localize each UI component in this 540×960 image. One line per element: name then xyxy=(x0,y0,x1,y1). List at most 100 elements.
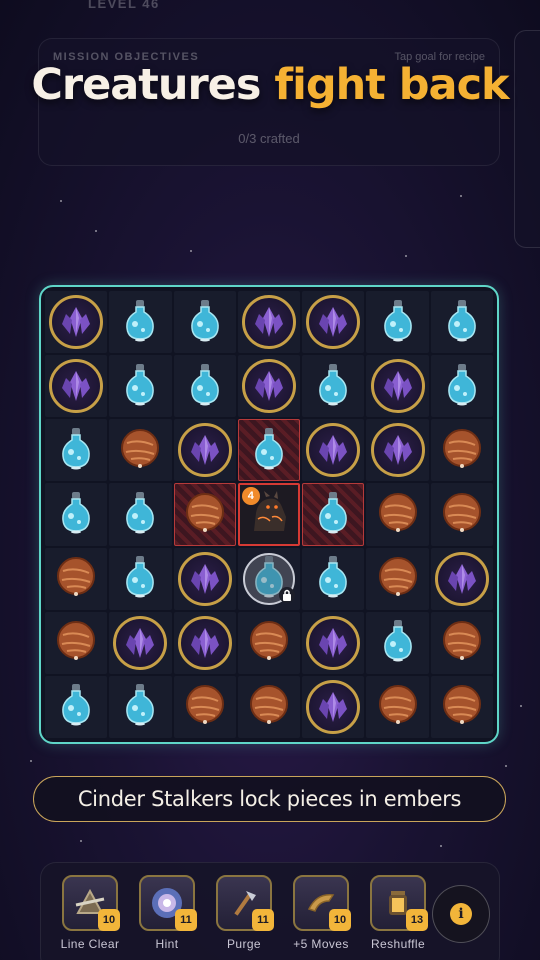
orb-icon xyxy=(184,683,226,730)
locked-piece xyxy=(242,552,295,605)
orb-icon xyxy=(248,683,290,730)
orb-icon xyxy=(441,491,483,538)
potion-icon xyxy=(123,490,157,539)
board-cell[interactable] xyxy=(173,419,236,482)
board-cell[interactable] xyxy=(430,355,493,418)
ember-cell[interactable] xyxy=(173,483,236,546)
board-cell[interactable] xyxy=(302,419,365,482)
ember-cell[interactable] xyxy=(302,483,365,546)
line-clear-icon: 10 xyxy=(62,875,120,931)
booster-reshuffle[interactable]: 13 Reshuffle xyxy=(369,875,428,951)
board-cell[interactable] xyxy=(237,611,301,674)
mechanic-caption: Cinder Stalkers lock pieces in embers xyxy=(33,776,506,822)
crystal-icon xyxy=(49,295,104,350)
booster-label: Reshuffle xyxy=(370,937,426,951)
board-cell[interactable] xyxy=(237,355,301,418)
board-cell[interactable] xyxy=(109,611,172,674)
board-cell[interactable] xyxy=(45,483,108,546)
board-cell[interactable] xyxy=(366,419,429,482)
potion-icon xyxy=(123,298,157,347)
crystal-icon xyxy=(49,359,104,414)
booster-count: 11 xyxy=(175,909,197,931)
reshuffle-icon: 13 xyxy=(370,875,428,931)
board-cell[interactable] xyxy=(302,547,365,610)
booster-purge[interactable]: 11 Purge xyxy=(215,875,274,951)
potion-icon xyxy=(252,426,286,475)
potion-icon xyxy=(316,490,350,539)
board-cell[interactable] xyxy=(430,419,493,482)
crystal-icon xyxy=(434,551,489,606)
potion-icon xyxy=(59,426,93,475)
board-cell[interactable] xyxy=(366,611,429,674)
board-cell[interactable] xyxy=(430,291,493,354)
booster-plus-5-moves[interactable]: 10 +5 Moves xyxy=(292,875,351,951)
board-cell[interactable] xyxy=(173,611,236,674)
board-cell[interactable] xyxy=(109,675,172,738)
board-cell[interactable] xyxy=(109,547,172,610)
booster-label: Line Clear xyxy=(60,937,120,951)
board-cell[interactable] xyxy=(302,355,365,418)
board-cell[interactable] xyxy=(45,547,108,610)
potion-icon xyxy=(188,298,222,347)
board-cell[interactable] xyxy=(366,355,429,418)
board-cell[interactable] xyxy=(366,547,429,610)
crystal-icon xyxy=(177,551,232,606)
moves-icon: 10 xyxy=(293,875,351,931)
board-cell[interactable] xyxy=(109,483,172,546)
board-cell[interactable] xyxy=(45,355,108,418)
potion-icon xyxy=(316,362,350,411)
locked-cell[interactable] xyxy=(237,547,301,610)
board-cell[interactable] xyxy=(45,675,108,738)
potion-icon xyxy=(381,618,415,667)
crystal-icon xyxy=(241,359,296,414)
board-cell[interactable] xyxy=(109,419,172,482)
board-cell[interactable] xyxy=(45,419,108,482)
board-cell[interactable] xyxy=(430,611,493,674)
board-cell[interactable] xyxy=(302,291,365,354)
crystal-icon xyxy=(306,423,361,478)
potion-icon xyxy=(381,298,415,347)
booster-hint[interactable]: 11 Hint xyxy=(138,875,197,951)
crystal-icon xyxy=(306,295,361,350)
board-cell[interactable] xyxy=(45,291,108,354)
mission-progress: 0/3 crafted xyxy=(238,131,300,146)
booster-count: 10 xyxy=(98,909,120,931)
orb-icon xyxy=(441,683,483,730)
board-cell[interactable] xyxy=(302,675,365,738)
potion-icon xyxy=(59,490,93,539)
board-cell[interactable] xyxy=(237,291,301,354)
board-cell[interactable] xyxy=(302,611,365,674)
booster-line-clear[interactable]: 10 Line Clear xyxy=(61,875,120,951)
board-cell[interactable] xyxy=(366,291,429,354)
creature-cell[interactable]: 4 xyxy=(237,483,301,546)
potion-icon xyxy=(123,554,157,603)
level-label: LEVEL 46 xyxy=(88,0,160,11)
orb-icon xyxy=(55,619,97,666)
headline: Creatures fight back xyxy=(0,60,540,110)
crystal-icon xyxy=(177,615,232,670)
board-cell[interactable] xyxy=(430,483,493,546)
board-cell[interactable] xyxy=(430,547,493,610)
info-button[interactable]: i xyxy=(432,885,490,943)
board-cell[interactable] xyxy=(366,675,429,738)
board-cell[interactable] xyxy=(173,355,236,418)
booster-label: Purge xyxy=(226,937,262,951)
board-cell[interactable] xyxy=(109,291,172,354)
potion-icon xyxy=(445,362,479,411)
potion-icon xyxy=(123,682,157,731)
crystal-icon xyxy=(306,679,361,734)
board-cell[interactable] xyxy=(430,675,493,738)
booster-toolbar: 10 Line Clear 11 Hint 11 Purge 10 +5 Mov… xyxy=(40,862,500,960)
potion-icon xyxy=(59,682,93,731)
board-cell[interactable] xyxy=(45,611,108,674)
board-cell[interactable] xyxy=(366,483,429,546)
ember-cell[interactable] xyxy=(237,419,301,482)
board-cell[interactable] xyxy=(173,547,236,610)
board-cell[interactable] xyxy=(109,355,172,418)
crystal-icon xyxy=(370,359,425,414)
board-cell[interactable] xyxy=(173,291,236,354)
orb-icon xyxy=(377,555,419,602)
game-board: 4 xyxy=(39,285,499,744)
board-cell[interactable] xyxy=(173,675,236,738)
board-cell[interactable] xyxy=(237,675,301,738)
